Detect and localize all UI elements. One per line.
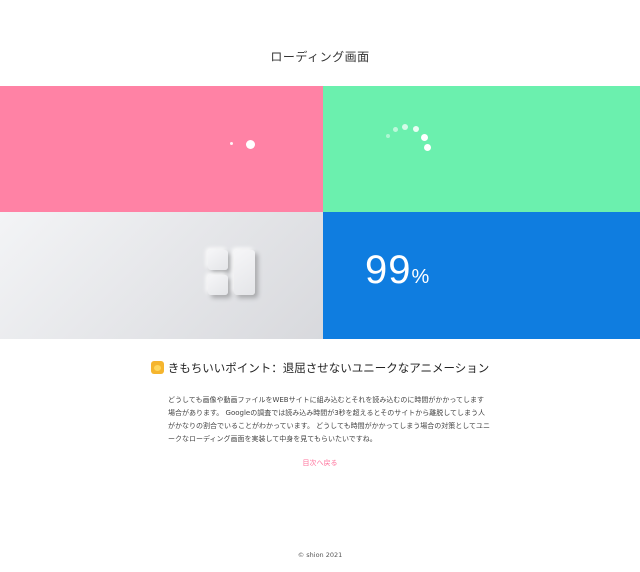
block-tile-icon [208,275,228,295]
spinner-dot-icon [424,144,431,151]
spinner-dot-icon [386,134,390,138]
spinner-dot-icon [413,126,419,132]
description-line: どうしても画像や動画ファイルをWEBサイトに組み込むとそれを読み込むのに時間がか… [168,396,485,404]
description-line: がかなりの割合でいることがわかっています。 どうしても時間がかかってしまう場合の… [168,422,491,430]
description-line: 場合があります。 Googleの調査では読み込み時間が3秒を超えるとそのサイトか… [168,409,486,417]
spinner-dot-icon [402,124,408,130]
green-spinner-panel [323,86,640,212]
page-title: ローディング画面 [270,50,370,64]
description-text: どうしても画像や動画ファイルをWEBサイトに組み込むとそれを読み込むのに時間がか… [168,394,498,446]
block-tile-icon [234,250,255,295]
smiling-face-emoji-icon [150,361,164,374]
blue-counter-panel: 99% [323,212,640,339]
block-tile-icon [208,250,228,270]
point-heading-text: きもちいいポイント：退屈させないユニークなアニメーション [167,361,490,375]
progress-counter: 99% [365,248,429,293]
page: ローディング画面 99% きもちいいポイント：退屈させないユニークなアニメーショ… [0,0,640,572]
pink-loader-panel [0,86,323,212]
spinner-dot-icon [393,127,398,132]
spinner-dot-icon [421,134,428,141]
back-to-toc-link[interactable]: 目次へ戻る [0,458,640,468]
pulse-dot-small-icon [230,142,233,145]
loading-demo-grid: 99% [0,86,640,339]
point-heading: きもちいいポイント：退屈させないユニークなアニメーション [0,360,640,376]
counter-value: 99 [365,248,412,292]
pulse-dot-icon [246,140,255,149]
gray-blocks-panel [0,212,323,339]
footer-copyright: © shion 2021 [297,551,343,559]
description-line: ークなローディング画面を実装して中身を見てもらいたいですね。 [168,435,377,443]
counter-unit: % [411,266,430,288]
